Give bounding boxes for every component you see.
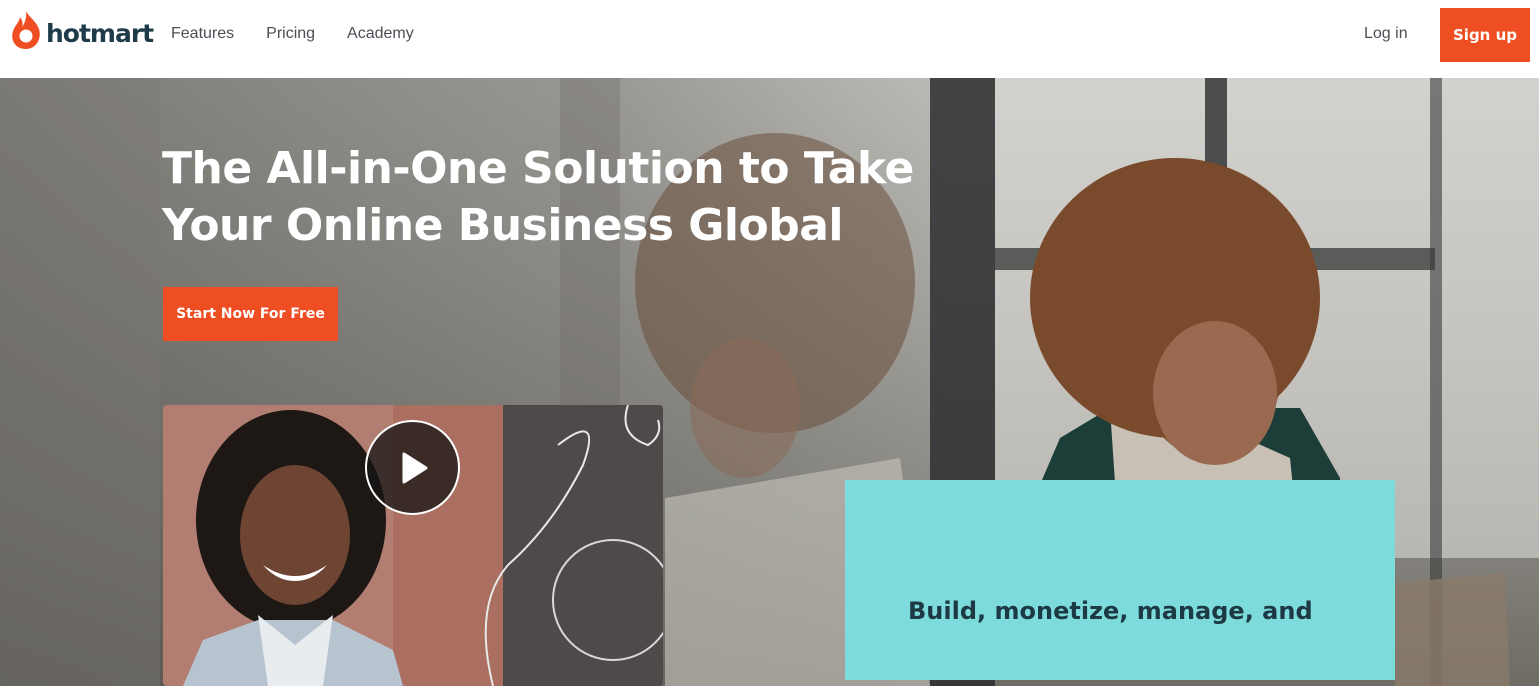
feature-card-text: Build, monetize, manage, and: [908, 597, 1313, 625]
nav-pricing[interactable]: Pricing: [266, 24, 315, 44]
start-now-button[interactable]: Start Now For Free: [163, 287, 338, 341]
site-header: hotmart Features Pricing Academy Log in …: [0, 0, 1539, 78]
logo-wordmark: hotmart: [46, 18, 154, 48]
nav-academy[interactable]: Academy: [347, 24, 414, 44]
feature-card: Build, monetize, manage, and: [845, 480, 1395, 680]
main-nav: Features Pricing Academy: [171, 24, 446, 44]
play-icon: [402, 452, 427, 483]
hotmart-logo[interactable]: hotmart: [10, 9, 154, 51]
play-button[interactable]: [365, 420, 460, 515]
hero-title: The All-in-One Solution to Take Your Onl…: [162, 140, 922, 254]
nav-features[interactable]: Features: [171, 24, 234, 44]
signup-button[interactable]: Sign up: [1440, 8, 1530, 62]
flame-icon: [12, 11, 40, 49]
login-link[interactable]: Log in: [1364, 24, 1408, 44]
hero-title-line1: The All-in-One Solution to Take: [162, 143, 914, 194]
hero-title-line2: Your Online Business Global: [162, 200, 843, 251]
